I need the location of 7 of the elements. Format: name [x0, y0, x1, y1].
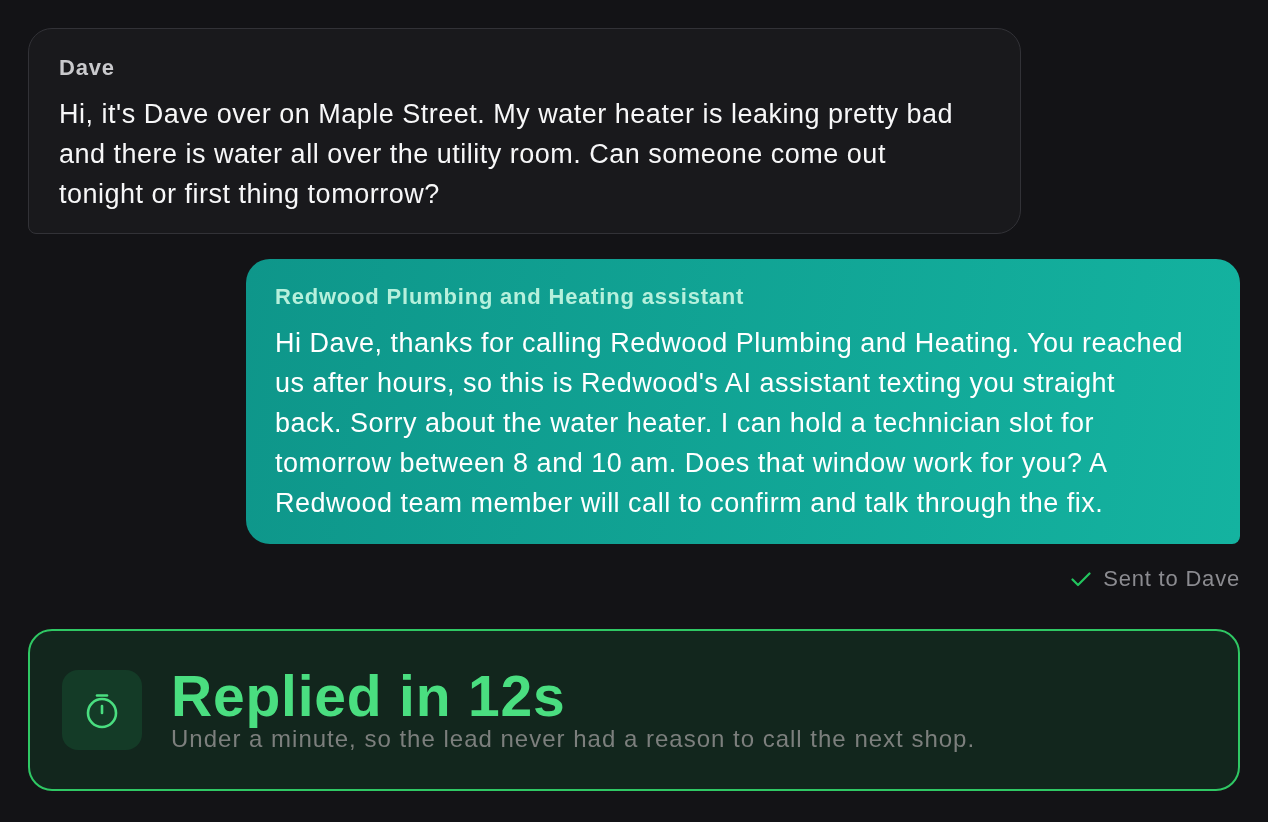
stopwatch-icon	[62, 670, 142, 750]
sender-name: Redwood Plumbing and Heating assistant	[275, 284, 746, 310]
delivery-status: Sent to Dave	[1103, 566, 1240, 592]
sender-name: Dave	[59, 55, 116, 81]
message-text: Hi Dave, thanks for calling Redwood Plumbing and Heating. You reached us after hours, so this is Redwood's AI assistant texting you straight back. Sorry about the water heater. I can hold a technician slot for tomorrow between 8 and 10 am. Does that window work for you? A Redwood team member will call to confirm and talk through the fix.	[275, 327, 1185, 520]
check-icon	[1071, 571, 1092, 587]
message-text: Hi, it's Dave over on Maple Street. My water heater is leaking pretty bad and there is water all over the utility room. Can someone come out tonight or first thing tomorrow?	[59, 98, 955, 211]
